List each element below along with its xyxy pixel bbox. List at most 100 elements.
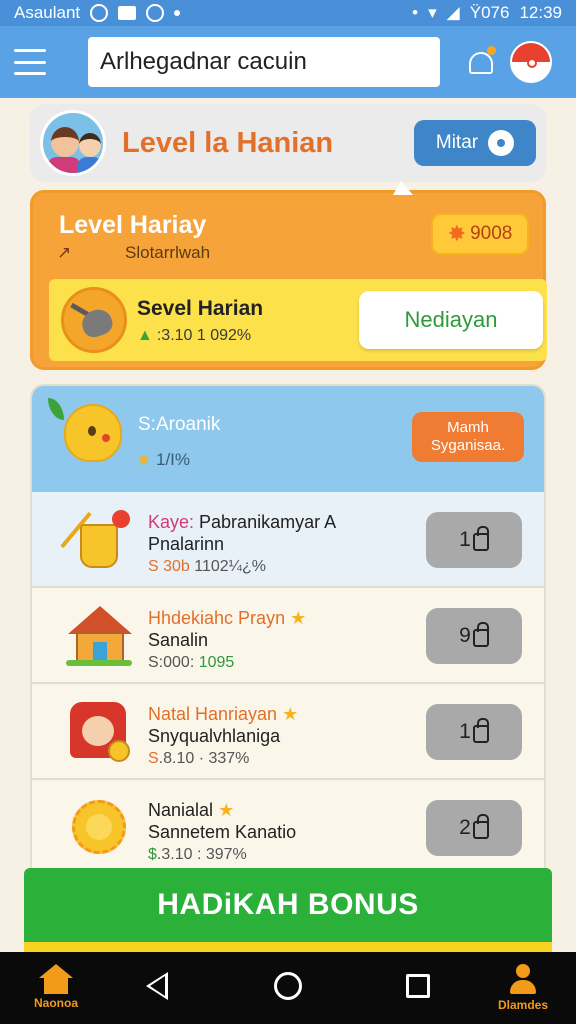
daily-card-title: Level Hariay <box>59 211 207 239</box>
notification-bell-icon[interactable] <box>466 46 496 78</box>
home-icon <box>39 964 73 994</box>
list-item[interactable]: Kaye: Pabranikamyar A Pnalarinn S 30b 11… <box>32 492 544 588</box>
list-item-meta: S.8.10 · 337% <box>148 750 249 768</box>
list-item-meta-b: 1102¼¿% <box>189 558 267 575</box>
status-bar: Asaulant • ▾ ◢ Ÿ076 12:39 <box>0 0 576 26</box>
alarm-icon: • <box>412 3 419 22</box>
list-item[interactable]: Nanialal ★ Sannetem Kanatio $.3.10 : 397… <box>32 780 544 876</box>
frying-pan-icon <box>61 287 127 353</box>
unlock-button[interactable]: 9 <box>426 608 522 664</box>
list-item-title: Kaye: Pabranikamyar A <box>148 512 336 533</box>
house-icon <box>66 602 132 668</box>
battery-label: Ÿ076 <box>469 3 510 22</box>
list-item-title-rest: Pabranikamyar A <box>194 512 337 532</box>
list-item-title-highlight: Hhdekiahc Prayn <box>148 608 286 628</box>
back-icon-inner <box>150 976 165 996</box>
lock-icon <box>472 814 489 839</box>
carrier-label: Asaulant <box>14 3 81 22</box>
clock: 12:39 <box>519 3 562 22</box>
list-item-meta-a: S:000: <box>148 654 195 671</box>
list-item-meta: $.3.10 : 397% <box>148 846 247 864</box>
app-bar <box>0 26 576 98</box>
daily-strip-title: Sevel Harian <box>137 297 264 320</box>
list-item-meta-b: 1095 <box>194 654 235 671</box>
mitar-button-label: Mitar <box>435 132 479 153</box>
list-item-meta-b: .3.10 : 397% <box>156 846 247 863</box>
coin-star-icon: ✸ <box>447 221 467 246</box>
system-home-icon[interactable] <box>274 972 302 1000</box>
page-title: Level la Hanian <box>122 126 334 159</box>
bottom-nav-bar: Naonoa Dlamdes <box>0 952 576 1024</box>
mamh-button-line2: Syganisaa. <box>430 437 506 454</box>
list-item-meta-a: S 30b <box>148 558 190 575</box>
mitar-button[interactable]: Mitar <box>414 120 536 166</box>
list-item-subtitle: Sanalin <box>148 630 209 650</box>
sun-character-icon <box>66 794 132 860</box>
list-item-meta-b: .8.10 · 337% <box>158 750 250 767</box>
person-icon <box>508 964 538 996</box>
list-item-title-highlight: Natal Hanriayan <box>148 704 278 724</box>
nav-home-label: Naonoa <box>33 996 78 1010</box>
daily-level-card: Level Hariay ↗ Slotarrlwah ✸ 9008 Sevel H… <box>30 181 547 370</box>
list-item-title: Natal Hanriayan ★ <box>148 704 298 725</box>
list-item-subtitle: Pnalarinn <box>148 534 225 554</box>
daily-card-subtitle-row: ↗ Slotarrlwah <box>57 243 210 263</box>
sync-icon <box>90 4 109 22</box>
leaf-icon: ▲ <box>137 327 153 344</box>
list-item-subtitle: Snyqualvhlaniga <box>148 726 281 746</box>
unlock-button[interactable]: 1 <box>426 512 522 568</box>
list-header-meta: 1/I% <box>155 450 191 469</box>
nav-profile[interactable]: Dlamdes <box>488 964 558 1020</box>
signal-icon: ◢ <box>446 3 460 22</box>
unlock-button-count: 1 <box>459 528 471 551</box>
list-item-meta: S 30b 1102¼¿% <box>148 558 266 576</box>
list-item-title-highlight: Nanialal <box>148 800 214 820</box>
camera-icon <box>146 4 165 22</box>
drink-cup-icon <box>60 506 132 572</box>
chat-icon <box>488 130 515 156</box>
coin-badge: ✸ 9008 <box>431 213 529 255</box>
search-input[interactable] <box>88 37 440 87</box>
list-item-meta-a: S <box>148 750 159 767</box>
list-header-title: S:Aroanik <box>138 414 221 435</box>
star-icon: ★ <box>218 800 235 820</box>
menu-icon[interactable] <box>14 49 46 75</box>
daily-strip: Sevel Harian ▲:3.10 1 092% Nediayan <box>49 279 547 361</box>
speech-bubble-tail <box>393 181 413 195</box>
list-item[interactable]: Natal Hanriayan ★ Snyqualvhlaniga S.8.10… <box>32 684 544 780</box>
bonus-button-label: HADiKAH BONUS <box>157 888 419 921</box>
unlock-button-count: 1 <box>459 720 471 743</box>
bonus-button[interactable]: HADiKAH BONUS <box>24 868 552 952</box>
avatar[interactable] <box>40 110 106 176</box>
unlock-button[interactable]: 2 <box>426 800 522 856</box>
list-header: S:Aroanik ★ 1/I% Mamh Syganisaa. <box>32 386 544 492</box>
nediayan-button[interactable]: Nediayan <box>359 291 543 349</box>
sparkle-icon: ↗ <box>57 243 72 262</box>
gallery-icon <box>118 6 137 20</box>
list-item-meta: S:000: 1095 <box>148 654 234 672</box>
level-header-card: Level la Hanian Mitar <box>30 104 546 182</box>
notification-dot-icon <box>174 10 181 16</box>
mamh-button[interactable]: Mamh Syganisaa. <box>412 412 524 462</box>
nav-home[interactable]: Naonoa <box>28 964 84 1020</box>
list-item-title-highlight: Kaye: <box>148 512 195 532</box>
daily-strip-meta: :3.10 1 092% <box>156 327 252 344</box>
star-icon: ★ <box>136 450 152 469</box>
lock-icon <box>472 622 489 647</box>
star-icon: ★ <box>282 704 299 724</box>
daily-strip-meta-row: ▲:3.10 1 092% <box>137 327 251 345</box>
list-header-meta-row: ★ 1/I% <box>136 450 190 470</box>
coin-count: 9008 <box>470 223 513 244</box>
unlock-button[interactable]: 1 <box>426 704 522 760</box>
list-item-title: Nanialal ★ <box>148 800 234 821</box>
list-item[interactable]: Hhdekiahc Prayn ★ Sanalin S:000: 1095 9 <box>32 588 544 684</box>
list-item-meta-a: $ <box>148 846 157 863</box>
recents-icon[interactable] <box>406 974 430 998</box>
lock-icon <box>472 526 489 551</box>
list-item-subtitle: Sannetem Kanatio <box>148 822 297 842</box>
unlock-button-count: 2 <box>459 816 471 839</box>
lock-icon <box>472 718 489 743</box>
lemon-mascot-icon <box>48 398 122 462</box>
daily-card-subtitle: Slotarrlwah <box>125 243 211 262</box>
profile-ball-icon[interactable] <box>510 41 552 83</box>
